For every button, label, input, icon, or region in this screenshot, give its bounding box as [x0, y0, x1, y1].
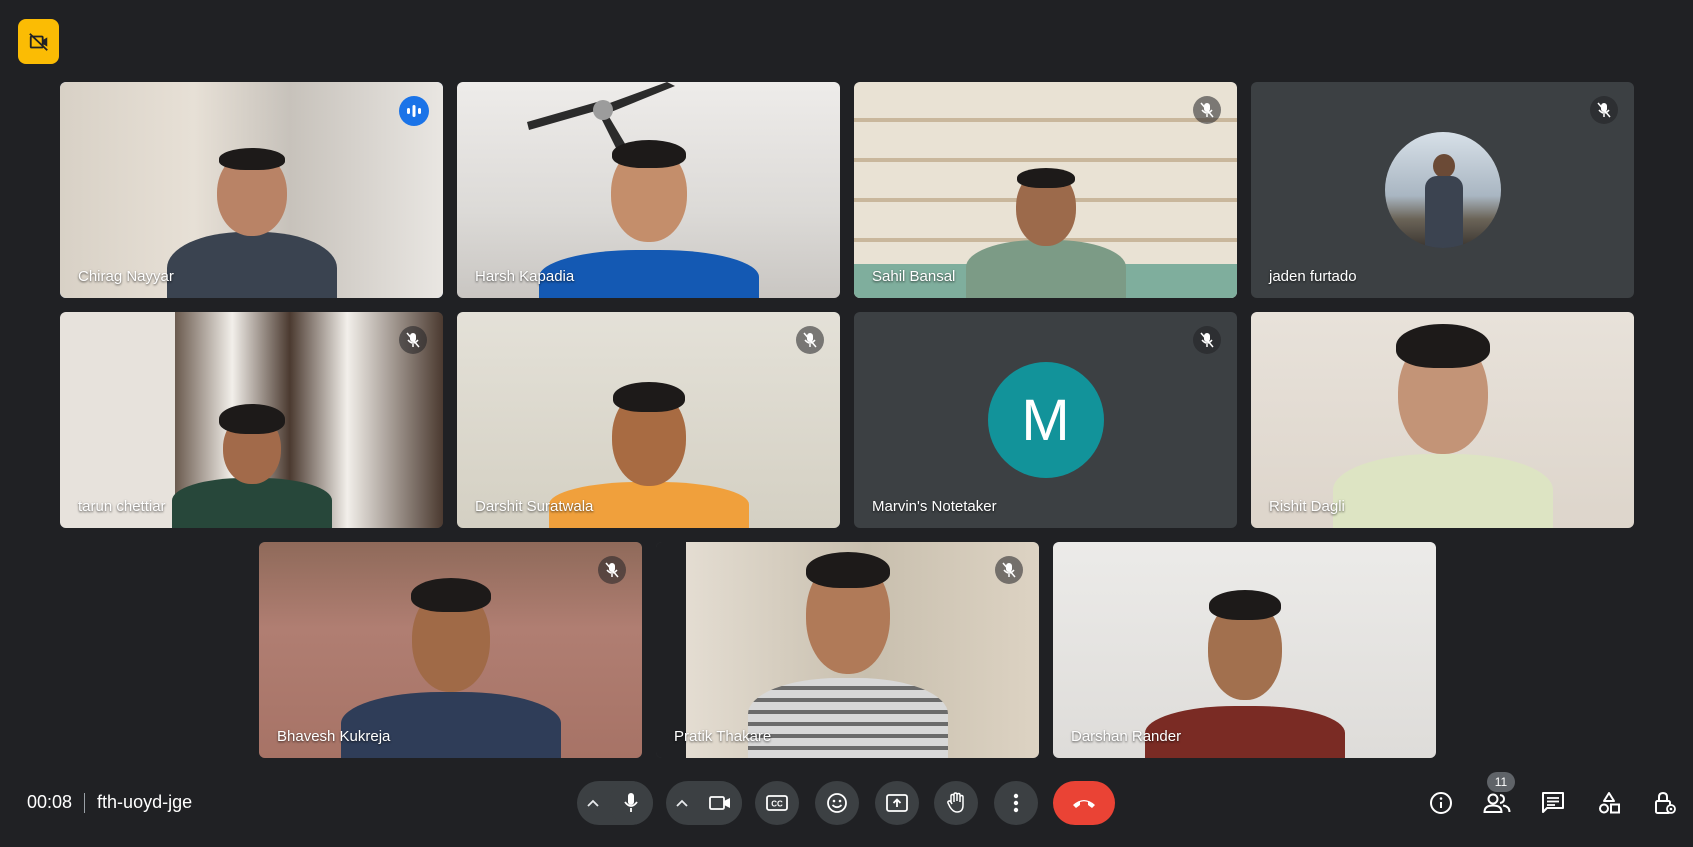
participant-name: Darshit Suratwala — [475, 498, 594, 515]
present-icon — [886, 794, 908, 812]
meet-stage: Chirag Nayyar Harsh Kapadia Sahil Bansal — [0, 0, 1693, 847]
captions-icon: CC — [766, 795, 788, 811]
meeting-info: 00:08 fth-uoyd-jge — [27, 792, 192, 813]
chat-button[interactable] — [1525, 781, 1581, 825]
activities-button[interactable] — [1581, 781, 1637, 825]
participant-tile[interactable]: Darshan Rander — [1053, 542, 1436, 758]
participant-count-badge: 11 — [1487, 772, 1515, 792]
participant-avatar-letter: M — [987, 362, 1104, 478]
participant-name: Bhavesh Kukreja — [277, 728, 391, 745]
participant-figure — [171, 404, 332, 528]
activities-icon — [1599, 792, 1620, 814]
recording-badge[interactable] — [18, 19, 59, 64]
emoji-icon — [827, 793, 847, 813]
muted-mic-icon — [796, 326, 824, 354]
no-video-icon — [28, 32, 48, 51]
bottom-toolbar: 00:08 fth-uoyd-jge CC 11 — [0, 770, 1693, 836]
side-panel-controls: 11 — [1413, 772, 1693, 825]
svg-text:CC: CC — [771, 800, 783, 809]
participant-tile[interactable]: Bhavesh Kukreja — [259, 542, 642, 758]
participant-tile[interactable]: Chirag Nayyar — [60, 82, 443, 298]
participant-name: jaden furtado — [1269, 268, 1357, 285]
participant-name: Darshan Rander — [1071, 728, 1182, 745]
more-options-button[interactable] — [994, 781, 1038, 825]
participant-name: Marvin's Notetaker — [872, 498, 997, 515]
divider — [84, 792, 86, 813]
participant-tile[interactable]: jaden furtado — [1251, 82, 1634, 298]
participant-tile[interactable]: Darshit Suratwala — [457, 312, 840, 528]
mic-icon — [624, 793, 638, 812]
participant-name: Chirag Nayyar — [78, 268, 174, 285]
info-icon — [1430, 792, 1452, 814]
meeting-details-button[interactable] — [1413, 781, 1469, 825]
meeting-code[interactable]: fth-uoyd-jge — [97, 792, 192, 813]
chevron-up-icon — [587, 799, 599, 807]
participant-name: Sahil Bansal — [872, 268, 956, 285]
host-controls-button[interactable] — [1637, 781, 1693, 825]
captions-button[interactable]: CC — [755, 781, 799, 825]
camera-control — [666, 781, 742, 825]
hand-icon — [947, 792, 964, 813]
participant-figure — [162, 148, 342, 298]
present-button[interactable] — [875, 781, 919, 825]
video-options-button[interactable] — [666, 781, 698, 825]
camera-icon — [709, 796, 730, 810]
raise-hand-button[interactable] — [934, 781, 978, 825]
participant-figure — [1332, 318, 1553, 528]
people-icon — [1483, 793, 1511, 813]
muted-mic-icon — [1590, 96, 1618, 124]
reactions-button[interactable] — [815, 781, 859, 825]
speaking-indicator-icon — [399, 96, 429, 126]
camera-button[interactable] — [698, 781, 742, 825]
muted-mic-icon — [1193, 96, 1221, 124]
leave-call-button[interactable] — [1053, 781, 1115, 825]
participant-avatar — [1384, 132, 1501, 248]
participant-tile[interactable]: Harsh Kapadia — [457, 82, 840, 298]
participant-figure — [965, 168, 1126, 298]
chat-icon — [1542, 792, 1564, 813]
participant-tile[interactable]: Rishit Dagli — [1251, 312, 1634, 528]
more-icon — [1013, 793, 1019, 813]
participant-tile[interactable]: Sahil Bansal — [854, 82, 1237, 298]
muted-mic-icon — [598, 556, 626, 584]
participant-name: Harsh Kapadia — [475, 268, 575, 285]
chevron-up-icon — [676, 799, 688, 807]
hangup-icon — [1073, 800, 1095, 808]
muted-mic-icon — [1193, 326, 1221, 354]
mic-button[interactable] — [609, 781, 653, 825]
participant-figure — [747, 548, 948, 758]
muted-mic-icon — [995, 556, 1023, 584]
meeting-time: 00:08 — [27, 792, 73, 812]
participant-tile[interactable]: Pratik Thakare — [656, 542, 1039, 758]
host-controls-icon — [1655, 791, 1676, 814]
audio-options-button[interactable] — [577, 781, 609, 825]
participant-name: tarun chettiar — [78, 498, 166, 515]
muted-mic-icon — [399, 326, 427, 354]
people-button[interactable]: 11 — [1469, 772, 1525, 825]
participant-tile[interactable]: M Marvin's Notetaker — [854, 312, 1237, 528]
participant-name: Pratik Thakare — [674, 728, 772, 745]
mic-control — [577, 781, 653, 825]
participant-tile[interactable]: tarun chettiar — [60, 312, 443, 528]
participant-name: Rishit Dagli — [1269, 498, 1345, 515]
